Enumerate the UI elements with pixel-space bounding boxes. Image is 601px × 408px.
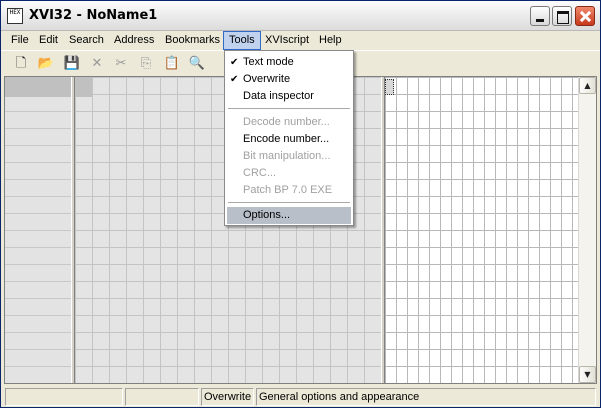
window-title: XVI32 - NoName1 bbox=[29, 8, 158, 23]
scroll-down-button[interactable]: ▼ bbox=[579, 366, 596, 383]
title-bar[interactable]: HEX XVI32 - NoName1 bbox=[1, 1, 600, 31]
menu-bar: File Edit Search Address Bookmarks Tools… bbox=[1, 31, 600, 50]
menu-search[interactable]: Search bbox=[64, 31, 109, 50]
menu-item-data-inspector[interactable]: Data inspector bbox=[227, 88, 351, 105]
app-window: HEX XVI32 - NoName1 File Edit Search Add… bbox=[0, 0, 601, 408]
menu-item-options[interactable]: Options... bbox=[227, 207, 351, 224]
maximize-button[interactable] bbox=[552, 6, 572, 26]
menu-edit[interactable]: Edit bbox=[34, 31, 63, 50]
copy-icon[interactable]: ⎘ bbox=[136, 54, 156, 74]
menu-item-label: Bit manipulation... bbox=[243, 150, 331, 162]
menu-item-label: CRC... bbox=[243, 167, 276, 179]
menu-separator bbox=[228, 108, 350, 109]
scroll-up-button[interactable]: ▲ bbox=[579, 77, 596, 94]
menu-item-bit-manipulation[interactable]: Bit manipulation... bbox=[227, 148, 351, 165]
menu-item-label: Options... bbox=[243, 209, 291, 221]
open-folder-icon[interactable]: 📂 bbox=[36, 54, 56, 74]
menu-item-label: Data inspector bbox=[243, 90, 314, 102]
status-position bbox=[5, 388, 123, 406]
minimize-button[interactable] bbox=[530, 6, 550, 26]
menu-item-encode-number[interactable]: Encode number... bbox=[227, 131, 351, 148]
hex-cursor bbox=[75, 77, 92, 97]
find-icon[interactable]: 🔍 bbox=[187, 54, 207, 74]
text-grid[interactable] bbox=[385, 77, 578, 383]
menu-item-label: Encode number... bbox=[243, 133, 330, 145]
menu-item-label: Text mode bbox=[243, 56, 294, 68]
status-bar: Overwrite General options and appearance bbox=[1, 386, 600, 407]
paste-icon[interactable]: 📋 bbox=[162, 54, 182, 74]
menu-item-label: Decode number... bbox=[243, 116, 330, 128]
save-icon[interactable]: 💾 bbox=[62, 54, 82, 74]
new-file-icon[interactable]: 🗋 bbox=[11, 54, 31, 74]
checkmark-icon: ✔ bbox=[230, 74, 239, 85]
menu-bookmarks[interactable]: Bookmarks bbox=[160, 31, 225, 50]
menu-separator bbox=[228, 202, 350, 203]
menu-help[interactable]: Help bbox=[314, 31, 347, 50]
menu-item-label: Patch BP 7.0 EXE bbox=[243, 184, 333, 196]
menu-item-overwrite[interactable]: ✔ Overwrite bbox=[227, 71, 351, 88]
vertical-scrollbar[interactable]: ▲ ▼ bbox=[578, 77, 596, 383]
address-column bbox=[5, 77, 71, 383]
status-value bbox=[125, 388, 199, 406]
menu-address[interactable]: Address bbox=[109, 31, 159, 50]
delete-icon[interactable]: ✕ bbox=[87, 54, 107, 74]
checkmark-icon: ✔ bbox=[230, 57, 239, 68]
cut-icon[interactable]: ✂ bbox=[111, 54, 131, 74]
close-button[interactable] bbox=[575, 6, 595, 26]
menu-item-patch-bp-exe[interactable]: Patch BP 7.0 EXE bbox=[227, 182, 351, 199]
status-hint: General options and appearance bbox=[256, 388, 596, 406]
status-mode: Overwrite bbox=[201, 388, 254, 406]
menu-file[interactable]: File bbox=[6, 31, 34, 50]
app-icon[interactable]: HEX bbox=[7, 8, 23, 24]
menu-item-decode-number[interactable]: Decode number... bbox=[227, 114, 351, 131]
menu-item-crc[interactable]: CRC... bbox=[227, 165, 351, 182]
menu-xviscript[interactable]: XVIscript bbox=[260, 31, 314, 50]
menu-tools[interactable]: Tools bbox=[223, 31, 261, 50]
text-cursor bbox=[385, 79, 394, 95]
tools-menu-dropdown: ✔ Text mode ✔ Overwrite Data inspector D… bbox=[224, 50, 354, 226]
menu-item-text-mode[interactable]: ✔ Text mode bbox=[227, 54, 351, 71]
address-current-row bbox=[5, 77, 71, 97]
menu-item-label: Overwrite bbox=[243, 73, 291, 85]
